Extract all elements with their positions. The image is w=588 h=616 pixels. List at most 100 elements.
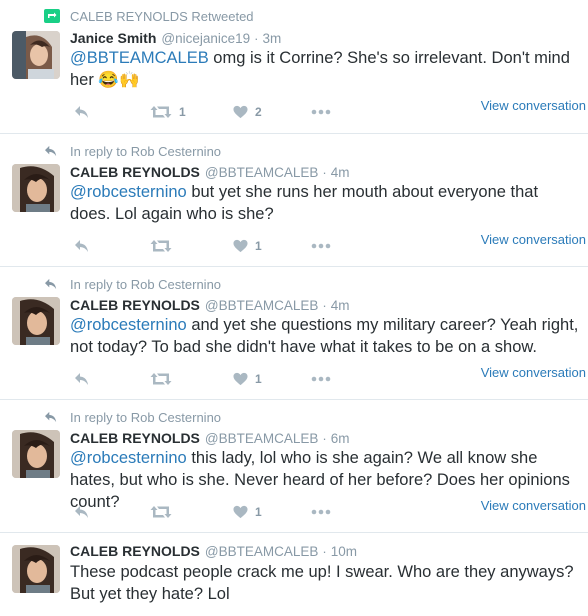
tweet-text: @robcesternino but yet she runs her mout…	[70, 181, 580, 225]
like-button[interactable]: 2	[233, 102, 262, 122]
reply-icon	[75, 106, 88, 118]
separator-dot: ·	[322, 164, 327, 180]
like-count: 1	[255, 372, 262, 386]
reply-button[interactable]	[74, 236, 90, 256]
tweet-text: @BBTEAMCALEB omg is it Corrine? She's so…	[70, 47, 580, 91]
retweet-icon	[150, 373, 172, 385]
tweet-card[interactable]: In reply to Rob Cesternino CALEB REYNOLD…	[0, 134, 588, 266]
tweet-card[interactable]: CALEB REYNOLDS Retweeted Janice Smith @n…	[0, 0, 588, 133]
more-dots-icon	[311, 376, 331, 382]
more-options-button[interactable]	[311, 102, 331, 122]
tweet-timestamp[interactable]: 6m	[331, 431, 350, 446]
reply-context: In reply to Rob Cesternino	[44, 275, 221, 293]
tweet-header: CALEB REYNOLDS @BBTEAMCALEB · 4m	[70, 295, 350, 315]
tweet-actions: 1 View conversation	[70, 232, 586, 256]
more-dots-icon	[311, 243, 331, 249]
heart-icon	[233, 105, 248, 119]
tweet-header: CALEB REYNOLDS @BBTEAMCALEB · 4m	[70, 162, 350, 182]
like-button[interactable]: 1	[233, 502, 262, 522]
more-dots-icon	[311, 509, 331, 515]
separator-dot: ·	[322, 430, 327, 446]
reply-context: In reply to Rob Cesternino	[44, 142, 221, 160]
tweet-header: Janice Smith @nicejanice19 · 3m	[70, 28, 281, 48]
avatar[interactable]	[12, 545, 60, 593]
retweet-button[interactable]: 1	[150, 102, 186, 122]
tweet-header: CALEB REYNOLDS @BBTEAMCALEB · 10m	[70, 541, 357, 561]
tweet-card[interactable]: CALEB REYNOLDS @BBTEAMCALEB · 10m These …	[0, 533, 588, 616]
avatar[interactable]	[12, 430, 60, 478]
like-button[interactable]: 1	[233, 236, 262, 256]
retweet-count: 1	[179, 105, 186, 119]
tweet-timestamp[interactable]: 10m	[331, 544, 357, 559]
retweet-icon	[150, 106, 172, 118]
tweet-header: CALEB REYNOLDS @BBTEAMCALEB · 6m	[70, 428, 350, 448]
tweet-timestamp[interactable]: 4m	[331, 165, 350, 180]
separator-dot: ·	[322, 297, 327, 313]
tweet-text: These podcast people crack me up! I swea…	[70, 561, 580, 605]
author-name[interactable]: CALEB REYNOLDS	[70, 164, 200, 180]
mention-link[interactable]: @robcesternino	[70, 449, 187, 467]
avatar[interactable]	[12, 164, 60, 212]
author-handle[interactable]: @BBTEAMCALEB	[205, 431, 318, 446]
timeline-feed: CALEB REYNOLDS Retweeted Janice Smith @n…	[0, 0, 588, 616]
mention-link[interactable]: @BBTEAMCALEB	[70, 49, 209, 67]
reply-button[interactable]	[74, 369, 90, 389]
like-count: 2	[255, 105, 262, 119]
reply-button[interactable]	[74, 502, 90, 522]
retweet-button[interactable]	[150, 502, 172, 522]
retweet-icon	[150, 506, 172, 518]
author-handle[interactable]: @nicejanice19	[161, 31, 250, 46]
avatar[interactable]	[12, 297, 60, 345]
tweet-timestamp[interactable]: 3m	[262, 31, 281, 46]
author-handle[interactable]: @BBTEAMCALEB	[205, 544, 318, 559]
retweet-context: CALEB REYNOLDS Retweeted	[44, 7, 254, 25]
heart-icon	[233, 239, 248, 253]
more-dots-icon	[311, 109, 331, 115]
separator-dot: ·	[322, 543, 327, 559]
tweet-card[interactable]: In reply to Rob Cesternino CALEB REYNOLD…	[0, 267, 588, 399]
reply-context-label[interactable]: In reply to Rob Cesternino	[70, 277, 221, 292]
reply-context-label[interactable]: In reply to Rob Cesternino	[70, 144, 221, 159]
tweet-actions: 1 View conversation	[70, 365, 586, 389]
retweet-icon	[150, 240, 172, 252]
reply-icon	[44, 410, 64, 424]
view-conversation-link[interactable]: View conversation	[481, 232, 586, 247]
reply-icon	[75, 240, 88, 252]
separator-dot: ·	[254, 30, 259, 46]
tweet-timestamp[interactable]: 4m	[331, 298, 350, 313]
reply-context-label[interactable]: In reply to Rob Cesternino	[70, 410, 221, 425]
view-conversation-link[interactable]: View conversation	[481, 365, 586, 380]
reply-context: In reply to Rob Cesternino	[44, 408, 221, 426]
retweet-button[interactable]	[150, 236, 172, 256]
tweet-text: @robcesternino and yet she questions my …	[70, 314, 580, 358]
reply-icon	[75, 506, 88, 518]
view-conversation-link[interactable]: View conversation	[481, 498, 586, 513]
more-options-button[interactable]	[311, 502, 331, 522]
author-handle[interactable]: @BBTEAMCALEB	[205, 298, 318, 313]
more-options-button[interactable]	[311, 236, 331, 256]
like-count: 1	[255, 239, 262, 253]
like-count: 1	[255, 505, 262, 519]
tweet-actions: 1 View conversation	[70, 498, 586, 522]
view-conversation-link[interactable]: View conversation	[481, 98, 586, 113]
tweet-text-content: These podcast people crack me up! I swea…	[70, 563, 574, 603]
reply-button[interactable]	[74, 102, 90, 122]
more-options-button[interactable]	[311, 369, 331, 389]
mention-link[interactable]: @robcesternino	[70, 316, 187, 334]
reply-icon	[75, 373, 88, 385]
tweet-card[interactable]: In reply to Rob Cesternino CALEB REYNOLD…	[0, 400, 588, 532]
author-handle[interactable]: @BBTEAMCALEB	[205, 165, 318, 180]
reply-icon	[44, 277, 64, 291]
tweet-actions: 1 2 View conversation	[70, 98, 586, 122]
avatar[interactable]	[12, 31, 60, 79]
author-name[interactable]: Janice Smith	[70, 30, 156, 46]
author-name[interactable]: CALEB REYNOLDS	[70, 430, 200, 446]
heart-icon	[233, 505, 248, 519]
like-button[interactable]: 1	[233, 369, 262, 389]
retweet-context-label: CALEB REYNOLDS Retweeted	[70, 8, 254, 24]
retweet-button[interactable]	[150, 369, 172, 389]
author-name[interactable]: CALEB REYNOLDS	[70, 543, 200, 559]
reply-icon	[44, 144, 64, 158]
mention-link[interactable]: @robcesternino	[70, 183, 187, 201]
author-name[interactable]: CALEB REYNOLDS	[70, 297, 200, 313]
